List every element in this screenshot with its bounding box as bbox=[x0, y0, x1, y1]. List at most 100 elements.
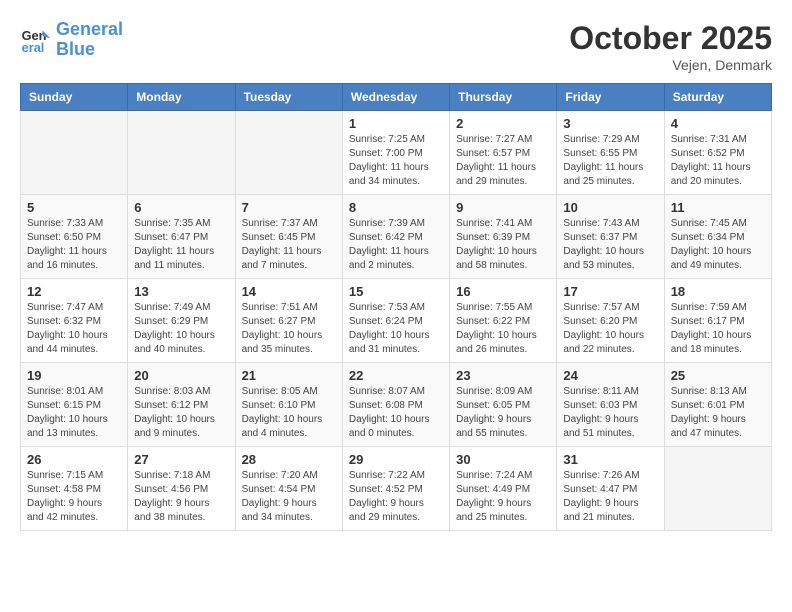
day-number: 27 bbox=[134, 452, 228, 467]
day-info: Sunrise: 8:09 AM Sunset: 6:05 PM Dayligh… bbox=[456, 385, 550, 441]
day-header-sunday: Sunday bbox=[21, 84, 128, 111]
day-header-monday: Monday bbox=[128, 84, 235, 111]
calendar-cell: 28 Sunrise: 7:20 AM Sunset: 4:54 PM Dayli… bbox=[235, 447, 342, 531]
day-info: Sunrise: 7:20 AM Sunset: 4:54 PM Dayligh… bbox=[242, 469, 336, 525]
day-header-tuesday: Tuesday bbox=[235, 84, 342, 111]
calendar-cell: 27 Sunrise: 7:18 AM Sunset: 4:56 PM Dayli… bbox=[128, 447, 235, 531]
day-info: Sunrise: 7:57 AM Sunset: 6:20 PM Dayligh… bbox=[563, 301, 657, 357]
week-row-5: 26 Sunrise: 7:15 AM Sunset: 4:58 PM Dayli… bbox=[21, 447, 772, 531]
day-number: 14 bbox=[242, 284, 336, 299]
page-header: Gen eral General Blue October 2025 Vejen… bbox=[20, 20, 772, 73]
day-info: Sunrise: 8:13 AM Sunset: 6:01 PM Dayligh… bbox=[671, 385, 765, 441]
calendar-cell: 20 Sunrise: 8:03 AM Sunset: 6:12 PM Dayli… bbox=[128, 363, 235, 447]
day-info: Sunrise: 7:18 AM Sunset: 4:56 PM Dayligh… bbox=[134, 469, 228, 525]
week-row-3: 12 Sunrise: 7:47 AM Sunset: 6:32 PM Dayli… bbox=[21, 279, 772, 363]
day-info: Sunrise: 7:31 AM Sunset: 6:52 PM Dayligh… bbox=[671, 133, 765, 189]
day-number: 30 bbox=[456, 452, 550, 467]
day-number: 5 bbox=[27, 200, 121, 215]
calendar-cell: 1 Sunrise: 7:25 AM Sunset: 7:00 PM Daylig… bbox=[342, 111, 449, 195]
calendar-cell: 17 Sunrise: 7:57 AM Sunset: 6:20 PM Dayli… bbox=[557, 279, 664, 363]
day-info: Sunrise: 7:53 AM Sunset: 6:24 PM Dayligh… bbox=[349, 301, 443, 357]
calendar-cell: 16Sunrise: 7:55 AM Sunset: 6:22 PM Dayli… bbox=[450, 279, 557, 363]
day-number: 6 bbox=[134, 200, 228, 215]
day-info: Sunrise: 7:37 AM Sunset: 6:45 PM Dayligh… bbox=[242, 217, 336, 273]
day-number: 22 bbox=[349, 368, 443, 383]
calendar-cell: 5Sunrise: 7:33 AM Sunset: 6:50 PM Daylig… bbox=[21, 195, 128, 279]
calendar-cell: 2 Sunrise: 7:27 AM Sunset: 6:57 PM Daylig… bbox=[450, 111, 557, 195]
day-number: 3 bbox=[563, 116, 657, 131]
day-header-thursday: Thursday bbox=[450, 84, 557, 111]
day-info: Sunrise: 8:05 AM Sunset: 6:10 PM Dayligh… bbox=[242, 385, 336, 441]
logo-line1: General bbox=[56, 20, 123, 40]
day-number: 19 bbox=[27, 368, 121, 383]
calendar-cell: 29 Sunrise: 7:22 AM Sunset: 4:52 PM Dayli… bbox=[342, 447, 449, 531]
day-number: 12 bbox=[27, 284, 121, 299]
calendar-cell: 15 Sunrise: 7:53 AM Sunset: 6:24 PM Dayli… bbox=[342, 279, 449, 363]
day-info: Sunrise: 7:43 AM Sunset: 6:37 PM Dayligh… bbox=[563, 217, 657, 273]
day-header-saturday: Saturday bbox=[664, 84, 771, 111]
day-info: Sunrise: 7:29 AM Sunset: 6:55 PM Dayligh… bbox=[563, 133, 657, 189]
day-number: 29 bbox=[349, 452, 443, 467]
day-number: 28 bbox=[242, 452, 336, 467]
calendar-cell: 19Sunrise: 8:01 AM Sunset: 6:15 PM Dayli… bbox=[21, 363, 128, 447]
calendar-cell: 14Sunrise: 7:51 AM Sunset: 6:27 PM Dayli… bbox=[235, 279, 342, 363]
day-number: 26 bbox=[27, 452, 121, 467]
logo: Gen eral General Blue bbox=[20, 20, 123, 60]
day-number: 31 bbox=[563, 452, 657, 467]
day-number: 8 bbox=[349, 200, 443, 215]
day-number: 25 bbox=[671, 368, 765, 383]
title-block: October 2025 Vejen, Denmark bbox=[569, 20, 772, 73]
day-info: Sunrise: 7:27 AM Sunset: 6:57 PM Dayligh… bbox=[456, 133, 550, 189]
calendar-cell: 25 Sunrise: 8:13 AM Sunset: 6:01 PM Dayli… bbox=[664, 363, 771, 447]
calendar-cell: 13Sunrise: 7:49 AM Sunset: 6:29 PM Dayli… bbox=[128, 279, 235, 363]
calendar-cell: 3 Sunrise: 7:29 AM Sunset: 6:55 PM Daylig… bbox=[557, 111, 664, 195]
day-number: 15 bbox=[349, 284, 443, 299]
day-number: 10 bbox=[563, 200, 657, 215]
calendar-cell: 7 Sunrise: 7:37 AM Sunset: 6:45 PM Daylig… bbox=[235, 195, 342, 279]
day-info: Sunrise: 8:07 AM Sunset: 6:08 PM Dayligh… bbox=[349, 385, 443, 441]
day-number: 9 bbox=[456, 200, 550, 215]
calendar-cell: 8Sunrise: 7:39 AM Sunset: 6:42 PM Daylig… bbox=[342, 195, 449, 279]
calendar-cell: 30 Sunrise: 7:24 AM Sunset: 4:49 PM Dayli… bbox=[450, 447, 557, 531]
day-info: Sunrise: 7:25 AM Sunset: 7:00 PM Dayligh… bbox=[349, 133, 443, 189]
calendar-cell: 10 Sunrise: 7:43 AM Sunset: 6:37 PM Dayli… bbox=[557, 195, 664, 279]
day-number: 24 bbox=[563, 368, 657, 383]
day-number: 23 bbox=[456, 368, 550, 383]
calendar-cell bbox=[21, 111, 128, 195]
day-info: Sunrise: 7:45 AM Sunset: 6:34 PM Dayligh… bbox=[671, 217, 765, 273]
calendar-cell: 31 Sunrise: 7:26 AM Sunset: 4:47 PM Dayli… bbox=[557, 447, 664, 531]
week-row-2: 5Sunrise: 7:33 AM Sunset: 6:50 PM Daylig… bbox=[21, 195, 772, 279]
calendar-cell: 6 Sunrise: 7:35 AM Sunset: 6:47 PM Daylig… bbox=[128, 195, 235, 279]
day-info: Sunrise: 7:22 AM Sunset: 4:52 PM Dayligh… bbox=[349, 469, 443, 525]
calendar-cell: 24Sunrise: 8:11 AM Sunset: 6:03 PM Dayli… bbox=[557, 363, 664, 447]
day-info: Sunrise: 7:15 AM Sunset: 4:58 PM Dayligh… bbox=[27, 469, 121, 525]
calendar-cell: 23 Sunrise: 8:09 AM Sunset: 6:05 PM Dayli… bbox=[450, 363, 557, 447]
day-header-wednesday: Wednesday bbox=[342, 84, 449, 111]
day-number: 2 bbox=[456, 116, 550, 131]
day-info: Sunrise: 7:24 AM Sunset: 4:49 PM Dayligh… bbox=[456, 469, 550, 525]
day-number: 4 bbox=[671, 116, 765, 131]
calendar-cell: 21 Sunrise: 8:05 AM Sunset: 6:10 PM Dayli… bbox=[235, 363, 342, 447]
week-row-4: 19Sunrise: 8:01 AM Sunset: 6:15 PM Dayli… bbox=[21, 363, 772, 447]
day-info: Sunrise: 7:47 AM Sunset: 6:32 PM Dayligh… bbox=[27, 301, 121, 357]
calendar-cell: 9 Sunrise: 7:41 AM Sunset: 6:39 PM Daylig… bbox=[450, 195, 557, 279]
day-info: Sunrise: 7:35 AM Sunset: 6:47 PM Dayligh… bbox=[134, 217, 228, 273]
day-info: Sunrise: 8:03 AM Sunset: 6:12 PM Dayligh… bbox=[134, 385, 228, 441]
svg-text:eral: eral bbox=[22, 40, 45, 55]
month-title: October 2025 bbox=[569, 20, 772, 57]
day-info: Sunrise: 7:41 AM Sunset: 6:39 PM Dayligh… bbox=[456, 217, 550, 273]
day-info: Sunrise: 7:26 AM Sunset: 4:47 PM Dayligh… bbox=[563, 469, 657, 525]
header-row: SundayMondayTuesdayWednesdayThursdayFrid… bbox=[21, 84, 772, 111]
day-number: 17 bbox=[563, 284, 657, 299]
week-row-1: 1 Sunrise: 7:25 AM Sunset: 7:00 PM Daylig… bbox=[21, 111, 772, 195]
day-info: Sunrise: 7:59 AM Sunset: 6:17 PM Dayligh… bbox=[671, 301, 765, 357]
day-info: Sunrise: 7:55 AM Sunset: 6:22 PM Dayligh… bbox=[456, 301, 550, 357]
calendar-cell: 22 Sunrise: 8:07 AM Sunset: 6:08 PM Dayli… bbox=[342, 363, 449, 447]
day-number: 7 bbox=[242, 200, 336, 215]
day-number: 1 bbox=[349, 116, 443, 131]
logo-icon: Gen eral bbox=[20, 24, 52, 56]
day-number: 20 bbox=[134, 368, 228, 383]
location: Vejen, Denmark bbox=[569, 57, 772, 73]
day-number: 21 bbox=[242, 368, 336, 383]
day-header-friday: Friday bbox=[557, 84, 664, 111]
